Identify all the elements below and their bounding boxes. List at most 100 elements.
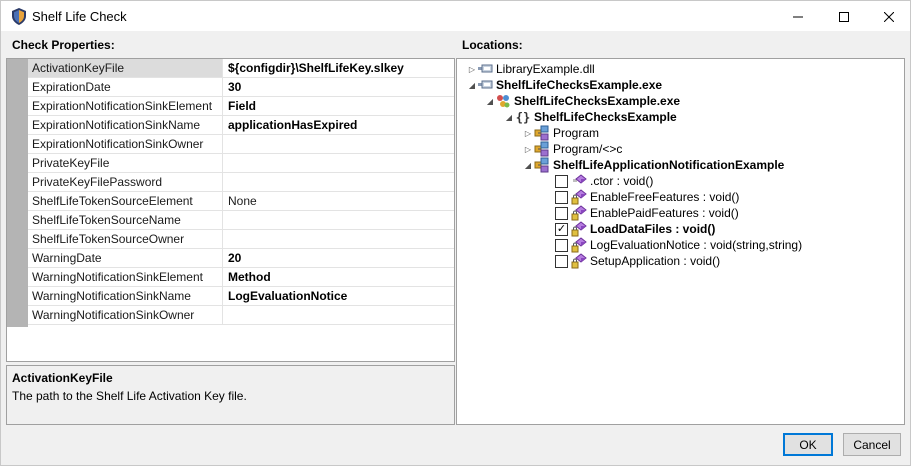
close-icon bbox=[884, 11, 894, 22]
property-row[interactable]: ExpirationNotificationSinkName applicatio… bbox=[28, 116, 454, 135]
property-row[interactable]: PrivateKeyFile bbox=[28, 154, 454, 173]
private-method-icon bbox=[571, 237, 587, 253]
property-value[interactable] bbox=[224, 230, 454, 248]
locations-label: Locations: bbox=[462, 38, 523, 52]
tree-node[interactable]: ShelfLifeChecksExample.exe bbox=[477, 77, 662, 93]
tree-node-label: .ctor : void() bbox=[590, 174, 654, 188]
property-row[interactable]: ShelfLifeTokenSourceOwner bbox=[28, 230, 454, 249]
property-grid-margin bbox=[7, 59, 28, 327]
tree-node-label: EnablePaidFeatures : void() bbox=[590, 206, 739, 220]
property-row[interactable]: ExpirationDate 30 bbox=[28, 78, 454, 97]
expanded-arrow-icon[interactable]: ◢ bbox=[523, 160, 533, 170]
tree-node[interactable]: .ctor : void() bbox=[555, 173, 653, 189]
tree-node-label: Program bbox=[553, 126, 600, 140]
property-name: PrivateKeyFilePassword bbox=[28, 173, 223, 191]
property-value[interactable]: None bbox=[224, 192, 454, 210]
tree-node-label: LogEvaluationNotice : void(string,string… bbox=[590, 238, 803, 252]
property-row[interactable]: WarningNotificationSinkElement Method bbox=[28, 268, 454, 287]
expanded-arrow-icon[interactable]: ◢ bbox=[485, 96, 495, 106]
property-value[interactable]: ${configdir}\ShelfLifeKey.slkey bbox=[224, 59, 454, 77]
tree-node[interactable]: Program/<>c bbox=[534, 141, 622, 157]
tree-node[interactable]: Program bbox=[534, 125, 599, 141]
property-value[interactable]: 20 bbox=[224, 249, 454, 267]
tree-node-label: Program/<>c bbox=[553, 142, 623, 156]
property-name: WarningDate bbox=[28, 249, 223, 267]
property-row[interactable]: ExpirationNotificationSinkOwner bbox=[28, 135, 454, 154]
tree-node-checkbox[interactable] bbox=[555, 206, 568, 220]
tree-node[interactable]: SetupApplication : void() bbox=[555, 253, 720, 269]
ok-button[interactable]: OK bbox=[783, 433, 833, 456]
tree-node[interactable]: EnablePaidFeatures : void() bbox=[555, 205, 739, 221]
tree-node-label: EnableFreeFeatures : void() bbox=[590, 190, 740, 204]
namespace-icon: {} bbox=[515, 109, 531, 125]
property-row[interactable]: ActivationKeyFile ${configdir}\ShelfLifeK… bbox=[28, 59, 454, 78]
method-icon bbox=[571, 173, 587, 189]
property-row[interactable]: WarningDate 20 bbox=[28, 249, 454, 268]
property-row[interactable]: ShelfLifeTokenSourceName bbox=[28, 211, 454, 230]
assembly-icon bbox=[477, 61, 493, 77]
property-value[interactable] bbox=[224, 306, 454, 324]
property-name: ShelfLifeTokenSourceElement bbox=[28, 192, 223, 210]
tree-node[interactable]: LogEvaluationNotice : void(string,string… bbox=[555, 237, 802, 253]
tree-node-checkbox[interactable]: ✓ bbox=[555, 222, 568, 236]
module-icon bbox=[495, 93, 511, 109]
tree-node[interactable]: ShelfLifeApplicationNotificationExample bbox=[534, 157, 784, 173]
property-value[interactable] bbox=[224, 173, 454, 191]
tree-node-label: SetupApplication : void() bbox=[590, 254, 721, 268]
property-value[interactable]: Field bbox=[224, 97, 454, 115]
tree-node-checkbox[interactable] bbox=[555, 174, 568, 188]
property-row[interactable]: WarningNotificationSinkName LogEvaluation… bbox=[28, 287, 454, 306]
locations-tree[interactable]: ▷ LibraryExample.dll ◢ ShelfLifeChecksExamp… bbox=[456, 58, 905, 425]
description-title: ActivationKeyFile bbox=[12, 371, 113, 385]
minimize-button[interactable] bbox=[775, 1, 821, 32]
tree-node-checkbox[interactable] bbox=[555, 254, 568, 268]
property-value[interactable]: applicationHasExpired bbox=[224, 116, 454, 134]
cancel-button[interactable]: Cancel bbox=[843, 433, 901, 456]
tree-node-label: ShelfLifeChecksExample.exe bbox=[496, 78, 663, 92]
property-value[interactable]: LogEvaluationNotice bbox=[224, 287, 454, 305]
tree-node-checkbox[interactable] bbox=[555, 238, 568, 252]
property-value[interactable]: Method bbox=[224, 268, 454, 286]
assembly-icon bbox=[477, 77, 493, 93]
svg-text:{}: {} bbox=[516, 111, 530, 125]
class-icon bbox=[534, 125, 550, 141]
collapsed-arrow-icon[interactable]: ▷ bbox=[523, 144, 533, 154]
property-name: WarningNotificationSinkOwner bbox=[28, 306, 223, 324]
maximize-button[interactable] bbox=[821, 1, 867, 32]
private-method-icon bbox=[571, 189, 587, 205]
class-icon bbox=[534, 141, 550, 157]
property-row[interactable]: ShelfLifeTokenSourceElement None bbox=[28, 192, 454, 211]
property-value[interactable] bbox=[224, 211, 454, 229]
property-row[interactable]: PrivateKeyFilePassword bbox=[28, 173, 454, 192]
tree-node[interactable]: ✓ LoadDataFiles : void() bbox=[555, 221, 715, 237]
property-value[interactable] bbox=[224, 154, 454, 172]
property-value[interactable]: 30 bbox=[224, 78, 454, 96]
maximize-icon bbox=[839, 11, 849, 22]
private-method-icon bbox=[571, 221, 587, 237]
expanded-arrow-icon[interactable]: ◢ bbox=[504, 112, 514, 122]
tree-node-label: LibraryExample.dll bbox=[496, 62, 595, 76]
property-name: ExpirationNotificationSinkName bbox=[28, 116, 223, 134]
tree-node[interactable]: {} ShelfLifeChecksExample bbox=[515, 109, 677, 125]
property-name: WarningNotificationSinkElement bbox=[28, 268, 223, 286]
tree-node[interactable]: LibraryExample.dll bbox=[477, 61, 595, 77]
property-name: ShelfLifeTokenSourceOwner bbox=[28, 230, 223, 248]
close-button[interactable] bbox=[866, 1, 911, 32]
collapsed-arrow-icon[interactable]: ▷ bbox=[467, 64, 477, 74]
class-icon bbox=[534, 157, 550, 173]
property-name: ShelfLifeTokenSourceName bbox=[28, 211, 223, 229]
property-grid[interactable]: ActivationKeyFile ${configdir}\ShelfLifeK… bbox=[6, 58, 455, 362]
property-row[interactable]: ExpirationNotificationSinkElement Field bbox=[28, 97, 454, 116]
minimize-icon bbox=[793, 16, 803, 17]
collapsed-arrow-icon[interactable]: ▷ bbox=[523, 128, 533, 138]
private-method-icon bbox=[571, 253, 587, 269]
description-text: The path to the Shelf Life Activation Ke… bbox=[12, 389, 247, 403]
property-description-panel: ActivationKeyFile The path to the Shelf … bbox=[6, 365, 455, 425]
tree-node[interactable]: ShelfLifeChecksExample.exe bbox=[495, 93, 680, 109]
check-properties-label: Check Properties: bbox=[12, 38, 115, 52]
property-value[interactable] bbox=[224, 135, 454, 153]
property-row[interactable]: WarningNotificationSinkOwner bbox=[28, 306, 454, 325]
tree-node-checkbox[interactable] bbox=[555, 190, 568, 204]
expanded-arrow-icon[interactable]: ◢ bbox=[467, 80, 477, 90]
tree-node[interactable]: EnableFreeFeatures : void() bbox=[555, 189, 739, 205]
